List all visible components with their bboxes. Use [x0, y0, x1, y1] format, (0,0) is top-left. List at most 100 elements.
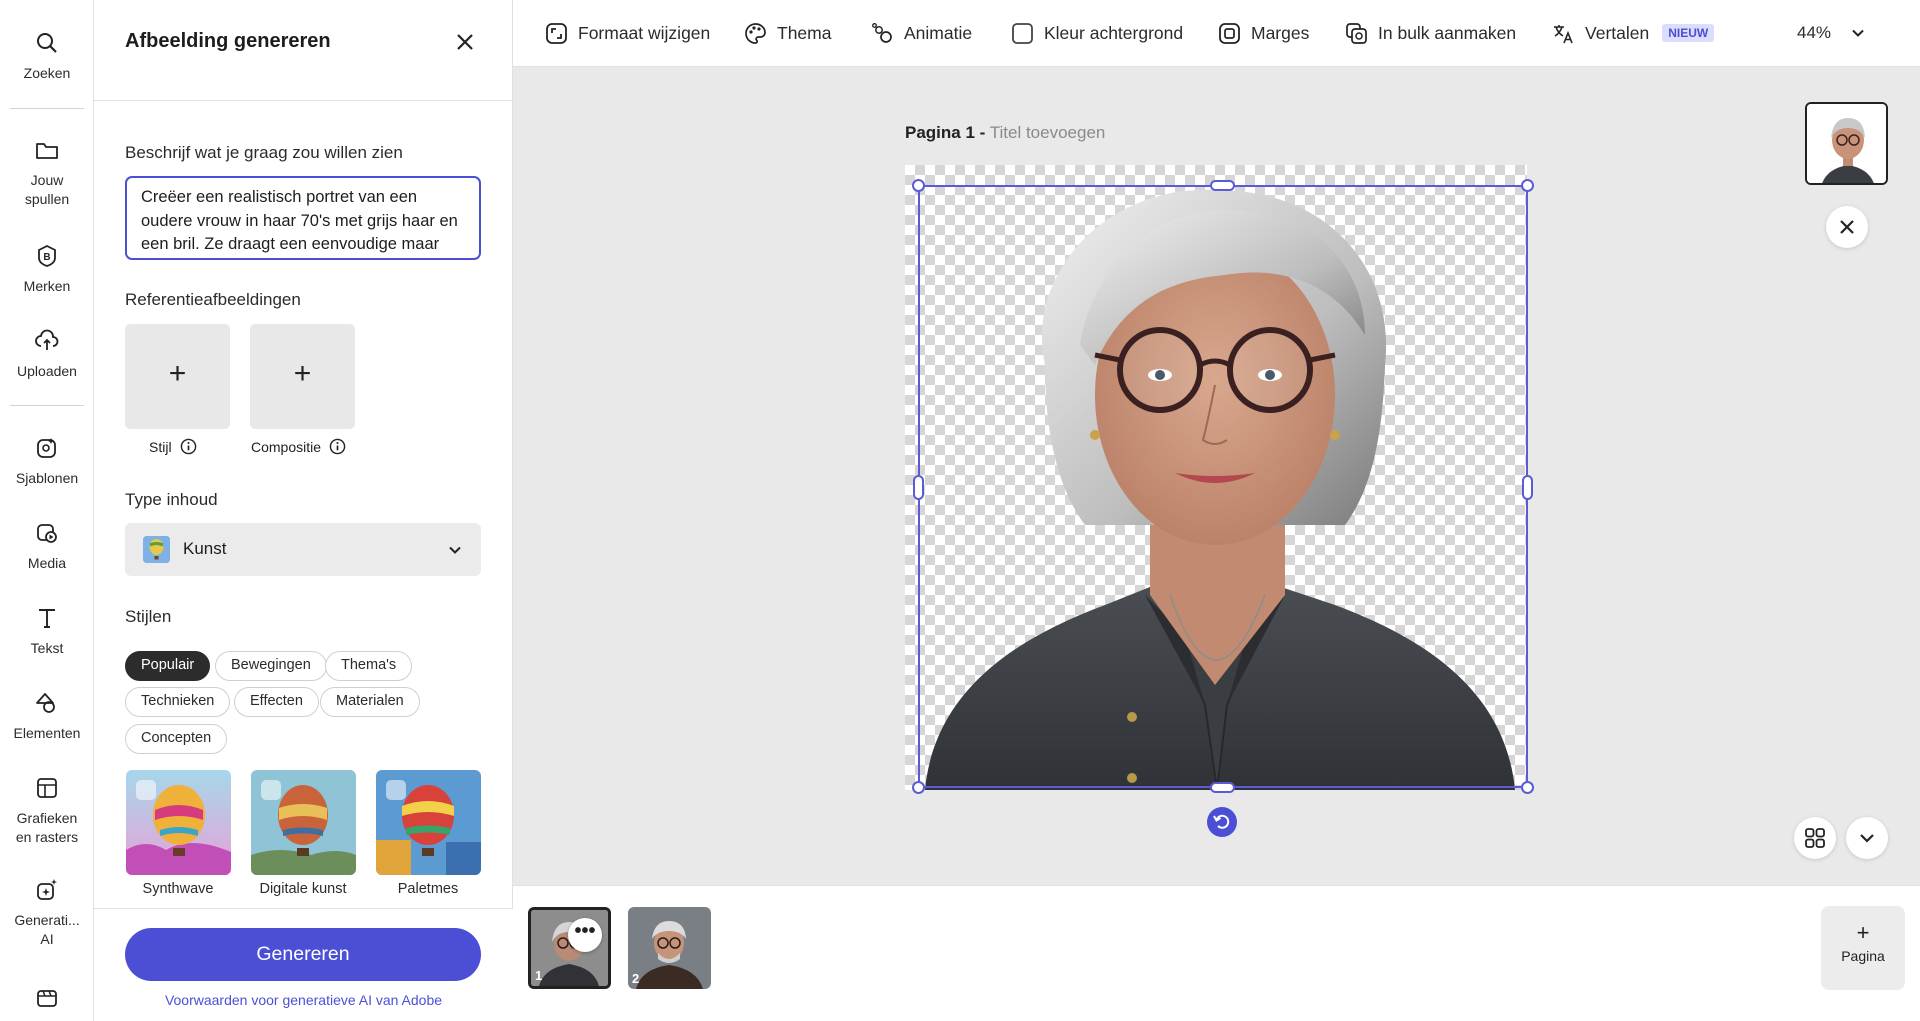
collapse-pages-button[interactable] [1846, 817, 1888, 859]
rail-item-label: Zoeken [23, 65, 71, 81]
style-chip-materials[interactable]: Materialen [320, 687, 420, 717]
style-caption-synthwave: Synthwave [142, 881, 214, 897]
rail-item-text[interactable]: Tekst [0, 605, 94, 658]
palette-knife-balloon-image [376, 770, 481, 875]
brand-icon: B [38, 244, 56, 267]
style-caption-digital-art: Digitale kunst [259, 881, 347, 897]
portrait-thumbnail-image [1807, 104, 1886, 183]
digital-art-balloon-image [251, 770, 356, 875]
animation-button[interactable]: Animatie [870, 20, 972, 46]
style-chip-concepts[interactable]: Concepten [125, 724, 228, 754]
rail-item-label: Tekst [30, 640, 64, 656]
margins-button[interactable]: Marges [1217, 20, 1309, 46]
zoom-level[interactable]: 44% [1797, 23, 1831, 43]
resize-button[interactable]: Formaat wijzigen [544, 20, 710, 46]
page-thumb-1[interactable]: 1 [528, 907, 611, 989]
resize-handle-bottom-left[interactable] [912, 781, 925, 794]
info-icon[interactable] [329, 438, 346, 455]
generate-image-panel: Afbeelding genereren Beschrijf wat je gr… [94, 0, 513, 1021]
resize-handle-top[interactable] [1210, 180, 1235, 191]
artboard[interactable] [905, 165, 1527, 790]
generate-button[interactable]: Genereren [125, 928, 481, 981]
resize-handle-right[interactable] [1522, 475, 1533, 500]
terms-link[interactable]: Voorwaarden voor generatieve AI van Adob… [94, 992, 513, 1008]
bulk-create-icon [1346, 22, 1367, 44]
rail-item-elements[interactable]: Elementen [0, 690, 94, 743]
background-color-label: Kleur achtergrond [1044, 22, 1184, 43]
left-rail: Zoeken Jouw spullen B Merken Uploaden Sj… [0, 0, 94, 1021]
resize-handle-top-right[interactable] [1521, 179, 1534, 192]
rail-item-generative-ai[interactable]: Generati... AI [0, 877, 94, 949]
rail-item-templates[interactable]: Sjablonen [0, 435, 94, 488]
close-icon [1840, 220, 1854, 234]
rail-item-your-stuff[interactable]: Jouw spullen [0, 137, 94, 209]
bulk-create-button[interactable]: In bulk aanmaken [1344, 20, 1516, 46]
plus-icon: + [1856, 920, 1870, 945]
rail-item-label: Merken [23, 278, 71, 294]
folder-icon [36, 143, 58, 159]
resize-handle-bottom[interactable] [1210, 782, 1235, 793]
rail-divider [10, 108, 84, 109]
resize-handle-bottom-right[interactable] [1521, 781, 1534, 794]
resize-icon [546, 22, 567, 44]
grid-view-button[interactable] [1794, 817, 1836, 859]
prompt-textarea[interactable]: Creëer een realistisch portret van een o… [125, 176, 481, 260]
rail-item-label: Generati... AI [14, 912, 80, 947]
resize-handle-left[interactable] [913, 475, 924, 500]
style-reference-button[interactable]: + [125, 324, 230, 429]
chevron-down-icon [1860, 834, 1874, 843]
info-icon[interactable] [180, 438, 197, 455]
style-chip-effects[interactable]: Effecten [234, 687, 319, 717]
chevron-down-icon[interactable] [1850, 25, 1866, 41]
style-chip-techniques[interactable]: Technieken [125, 687, 231, 717]
composition-reference-label: Compositie [251, 438, 322, 455]
composition-reference-button[interactable]: + [250, 324, 355, 429]
resize-handle-top-left[interactable] [912, 179, 925, 192]
text-icon [39, 609, 55, 628]
add-page-button[interactable]: + Pagina [1821, 906, 1905, 990]
translate-button[interactable]: Vertalen NIEUW [1551, 20, 1715, 46]
portrait-thumbnail-image [531, 910, 608, 986]
rail-item-grids[interactable]: Grafieken en rasters [0, 775, 94, 847]
search-icon [37, 33, 57, 53]
close-icon[interactable] [452, 29, 478, 55]
background-color-button[interactable]: Kleur achtergrond [1010, 20, 1183, 46]
style-chip-themes[interactable]: Thema's [325, 651, 413, 681]
palette-icon [745, 22, 766, 44]
plus-icon: + [168, 357, 187, 390]
rail-item-brands[interactable]: B Merken [0, 243, 94, 296]
page-thumbnail-preview[interactable] [1805, 102, 1888, 185]
style-chip-movements[interactable]: Bewegingen [215, 651, 327, 681]
rotate-handle[interactable] [1207, 807, 1237, 837]
add-page-label: Pagina [1841, 948, 1885, 964]
page-more-options-button[interactable]: ••• [568, 918, 602, 952]
rail-item-upload[interactable]: Uploaden [0, 328, 94, 381]
page-number: 1 [535, 968, 543, 983]
style-reference-label: Stijl [149, 438, 172, 455]
animation-icon [872, 22, 892, 43]
rail-item-label: Elementen [13, 725, 81, 741]
balloon-art-icon [143, 536, 170, 563]
panel-header: Afbeelding genereren [94, 0, 513, 101]
style-chip-popular[interactable]: Populair [125, 651, 211, 681]
rail-item-search[interactable]: Zoeken [0, 30, 94, 83]
rail-item-label: Media [27, 555, 67, 571]
portrait-thumbnail-image [628, 907, 711, 989]
grid-chart-icon [37, 778, 57, 798]
style-thumb-palette-knife[interactable] [376, 770, 481, 875]
theme-button[interactable]: Thema [743, 20, 831, 46]
styles-label: Stijlen [125, 607, 172, 626]
style-thumb-synthwave[interactable] [126, 770, 231, 875]
page-number-label: Pagina 1 - [905, 123, 986, 142]
rail-item-label: Jouw spullen [24, 172, 70, 207]
composition-reference-caption: Compositie [251, 438, 346, 455]
style-caption-palette-knife: Paletmes [397, 881, 459, 897]
close-button[interactable] [1826, 206, 1868, 248]
page-thumb-2[interactable]: 2 [628, 907, 711, 989]
content-type-dropdown[interactable]: Kunst [125, 523, 481, 576]
rail-item-media[interactable]: Media [0, 520, 94, 573]
page-title-input[interactable]: Titel toevoegen [990, 123, 1106, 142]
style-thumb-digital-art[interactable] [251, 770, 356, 875]
rail-item-video[interactable] [0, 985, 94, 1019]
generated-portrait-image[interactable] [905, 165, 1527, 790]
